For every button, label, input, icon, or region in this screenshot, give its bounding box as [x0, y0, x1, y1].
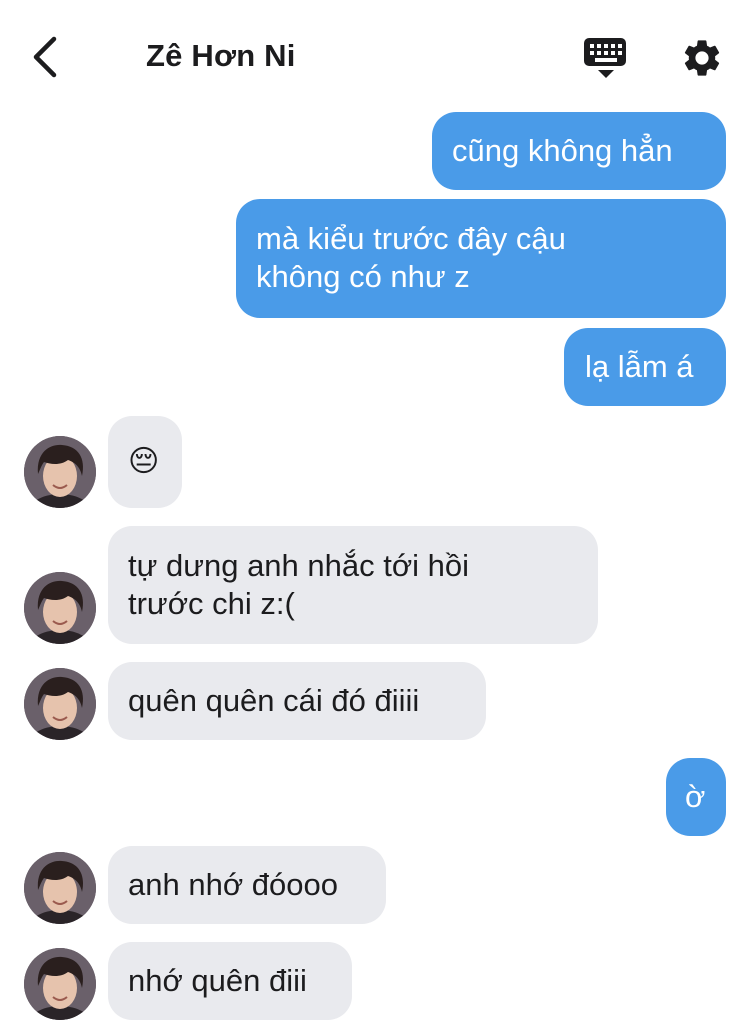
- message-bubble-received[interactable]: nhớ quên điii: [108, 942, 352, 1020]
- settings-button[interactable]: [680, 36, 724, 80]
- message-text: tự dưng anh nhắc tới hồi: [128, 548, 470, 583]
- chevron-left-icon: [33, 36, 57, 78]
- message-text: nhớ quên điii: [128, 963, 307, 998]
- message-text: anh nhớ đóooo: [128, 867, 338, 902]
- message-text: 😔: [128, 445, 160, 478]
- back-button[interactable]: [28, 34, 68, 80]
- avatar[interactable]: [24, 436, 96, 508]
- message-text: trước chi z:(: [128, 586, 295, 621]
- message-text: mà kiểu trước đây cậu: [256, 221, 566, 256]
- message-bubble-sent[interactable]: cũng không hẳn: [432, 112, 726, 190]
- contact-photo: [24, 572, 96, 644]
- contact-photo: [24, 852, 96, 924]
- message-bubble-sent[interactable]: mà kiểu trước đây cậu không có như z: [236, 199, 726, 318]
- avatar[interactable]: [24, 572, 96, 644]
- avatar[interactable]: [24, 852, 96, 924]
- message-bubble-received[interactable]: anh nhớ đóooo: [108, 846, 386, 924]
- message-text: cũng không hẳn: [452, 133, 673, 168]
- contact-photo: [24, 948, 96, 1020]
- message-text: ờ: [685, 779, 706, 814]
- message-bubble-received[interactable]: quên quên cái đó điiii: [108, 662, 486, 740]
- avatar[interactable]: [24, 948, 96, 1020]
- message-bubble-sent[interactable]: ờ: [666, 758, 726, 836]
- contact-photo: [24, 436, 96, 508]
- chat-header: Zê Hơn Ni: [0, 0, 750, 110]
- message-bubble-received[interactable]: tự dưng anh nhắc tới hồi trước chi z:(: [108, 526, 598, 644]
- keyboard-icon: [584, 38, 626, 78]
- message-text: không có như z: [256, 259, 470, 294]
- gear-icon: [684, 40, 720, 76]
- message-text: quên quên cái đó điiii: [128, 683, 420, 718]
- avatar[interactable]: [24, 668, 96, 740]
- message-text: lạ lẫm á: [585, 349, 694, 384]
- keyboard-button[interactable]: [582, 36, 630, 80]
- page-title: Zê Hơn Ni: [146, 38, 296, 73]
- message-bubble-sent[interactable]: lạ lẫm á: [564, 328, 726, 406]
- contact-photo: [24, 668, 96, 740]
- message-bubble-received[interactable]: 😔: [108, 416, 182, 508]
